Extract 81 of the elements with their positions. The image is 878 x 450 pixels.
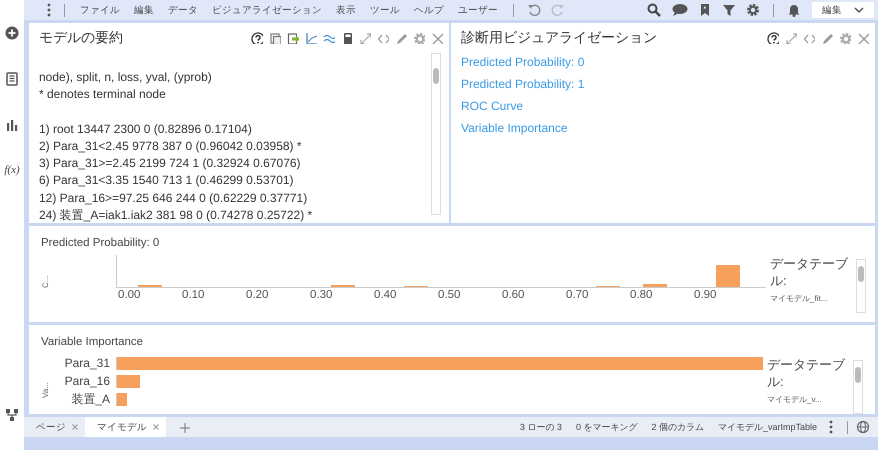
bar-chart-icon[interactable] xyxy=(5,118,19,132)
edit-icon[interactable] xyxy=(821,32,833,44)
menu-item[interactable]: データ xyxy=(168,4,198,16)
tick-label: 0.50 xyxy=(438,289,462,301)
tick-label: 0.70 xyxy=(566,289,590,301)
help-icon[interactable] xyxy=(251,32,263,44)
category-label: 装置_A xyxy=(70,390,111,408)
legend-title: データテーブル: xyxy=(767,356,846,390)
scrollbar[interactable] xyxy=(856,259,866,313)
document-icon[interactable] xyxy=(5,72,19,86)
help-icon[interactable] xyxy=(767,32,779,44)
summary-line: 6) Para_31<3.35 1540 713 1 (0.46299 0.53701) xyxy=(39,172,295,190)
code-icon[interactable] xyxy=(803,32,815,44)
more-icon[interactable] xyxy=(47,3,51,17)
status-item: 2 個のカラム xyxy=(651,420,704,434)
settings-icon[interactable] xyxy=(746,3,760,17)
menu-item[interactable]: ツール xyxy=(370,4,400,16)
chart-title: Variable Importance xyxy=(41,336,144,348)
tick-label: 0.00 xyxy=(118,289,142,301)
status-item: マイモデル_varImpTable xyxy=(718,420,817,434)
summary-line: 12) Para_16>=97.25 646 244 0 (0.62229 0.37771) xyxy=(39,190,308,207)
close-icon[interactable] xyxy=(71,423,79,431)
tick-label: 0.40 xyxy=(374,289,398,301)
code-icon[interactable] xyxy=(377,32,389,44)
legend-value: マイモデル_v... xyxy=(767,394,823,405)
status-item: 0 をマーキング xyxy=(576,420,638,434)
wave-icon[interactable] xyxy=(323,32,335,44)
copy-icon[interactable] xyxy=(269,32,281,44)
summary-line: 3) Para_31>=2.45 2199 724 1 (0.32924 0.67076) xyxy=(39,155,302,172)
menu-item[interactable]: 表示 xyxy=(336,4,356,16)
summary-line: node), split, n, loss, yval, (yprob) xyxy=(39,69,213,86)
summary-line: * denotes terminal node xyxy=(39,86,167,104)
function-icon[interactable]: f(x) xyxy=(4,164,20,176)
calculator-icon[interactable] xyxy=(341,32,353,44)
legend-value: マイモデル_fit... xyxy=(770,293,828,304)
search-icon[interactable] xyxy=(647,3,661,17)
menu-item[interactable]: 編集 xyxy=(134,4,154,16)
bell-icon[interactable] xyxy=(787,3,801,17)
status-item: 3 ローの 3 xyxy=(520,420,562,434)
bookmark-icon[interactable] xyxy=(698,3,712,17)
close-icon[interactable] xyxy=(857,32,869,44)
menu-item[interactable]: ファイル xyxy=(80,4,120,16)
tick-label: 0.60 xyxy=(502,289,526,301)
filter-icon[interactable] xyxy=(722,3,736,17)
summary-line: 24) 装置_A=iak1.iak2 381 98 0 (0.74278 0.25722) * xyxy=(39,207,314,224)
expand-icon[interactable] xyxy=(359,32,371,44)
tick-label: 0.20 xyxy=(246,289,270,301)
scrollbar[interactable] xyxy=(431,53,441,215)
close-icon[interactable] xyxy=(431,32,443,44)
axis-label: C... xyxy=(41,276,50,288)
close-icon[interactable] xyxy=(152,423,160,431)
category-label: Para_31 xyxy=(64,356,111,370)
scrollbar[interactable] xyxy=(853,360,863,414)
tick-label: 0.30 xyxy=(310,289,334,301)
add-icon[interactable] xyxy=(5,26,19,40)
export-icon[interactable] xyxy=(287,32,299,44)
panel-title: 診断用ビジュアライゼーション xyxy=(461,29,657,47)
menu-item[interactable]: ユーザー xyxy=(458,4,498,16)
undo-icon[interactable] xyxy=(527,3,541,17)
panel-title: モデルの要約 xyxy=(39,29,123,47)
globe-icon[interactable] xyxy=(856,420,870,434)
axis-label: Va... xyxy=(41,382,50,398)
page-tab[interactable]: マイモデル xyxy=(85,417,166,437)
summary-line: 2) Para_31<2.45 9778 387 0 (0.96042 0.03958) * xyxy=(39,138,303,155)
tick-label: 0.80 xyxy=(630,289,654,301)
tick-label: 0.10 xyxy=(182,289,206,301)
page-tab[interactable]: ページ xyxy=(24,417,85,437)
comment-icon[interactable] xyxy=(671,3,688,17)
network-icon[interactable] xyxy=(5,408,19,422)
chart-title: Predicted Probability: 0 xyxy=(41,237,160,249)
menu-item[interactable]: ビジュアライゼーション xyxy=(212,4,322,16)
line-chart-icon[interactable] xyxy=(305,32,317,44)
view-select[interactable]: 編集 xyxy=(812,2,874,18)
expand-icon[interactable] xyxy=(785,32,797,44)
more-icon[interactable] xyxy=(829,420,833,434)
edit-icon[interactable] xyxy=(395,32,407,44)
legend-title: データテーブル: xyxy=(770,255,850,289)
category-label: Para_16 xyxy=(64,374,111,388)
menu-item[interactable]: ヘルプ xyxy=(414,4,444,16)
summary-line: 1) root 13447 2300 0 (0.82896 0.17104) xyxy=(39,120,253,138)
tick-label: 0.90 xyxy=(694,289,718,301)
